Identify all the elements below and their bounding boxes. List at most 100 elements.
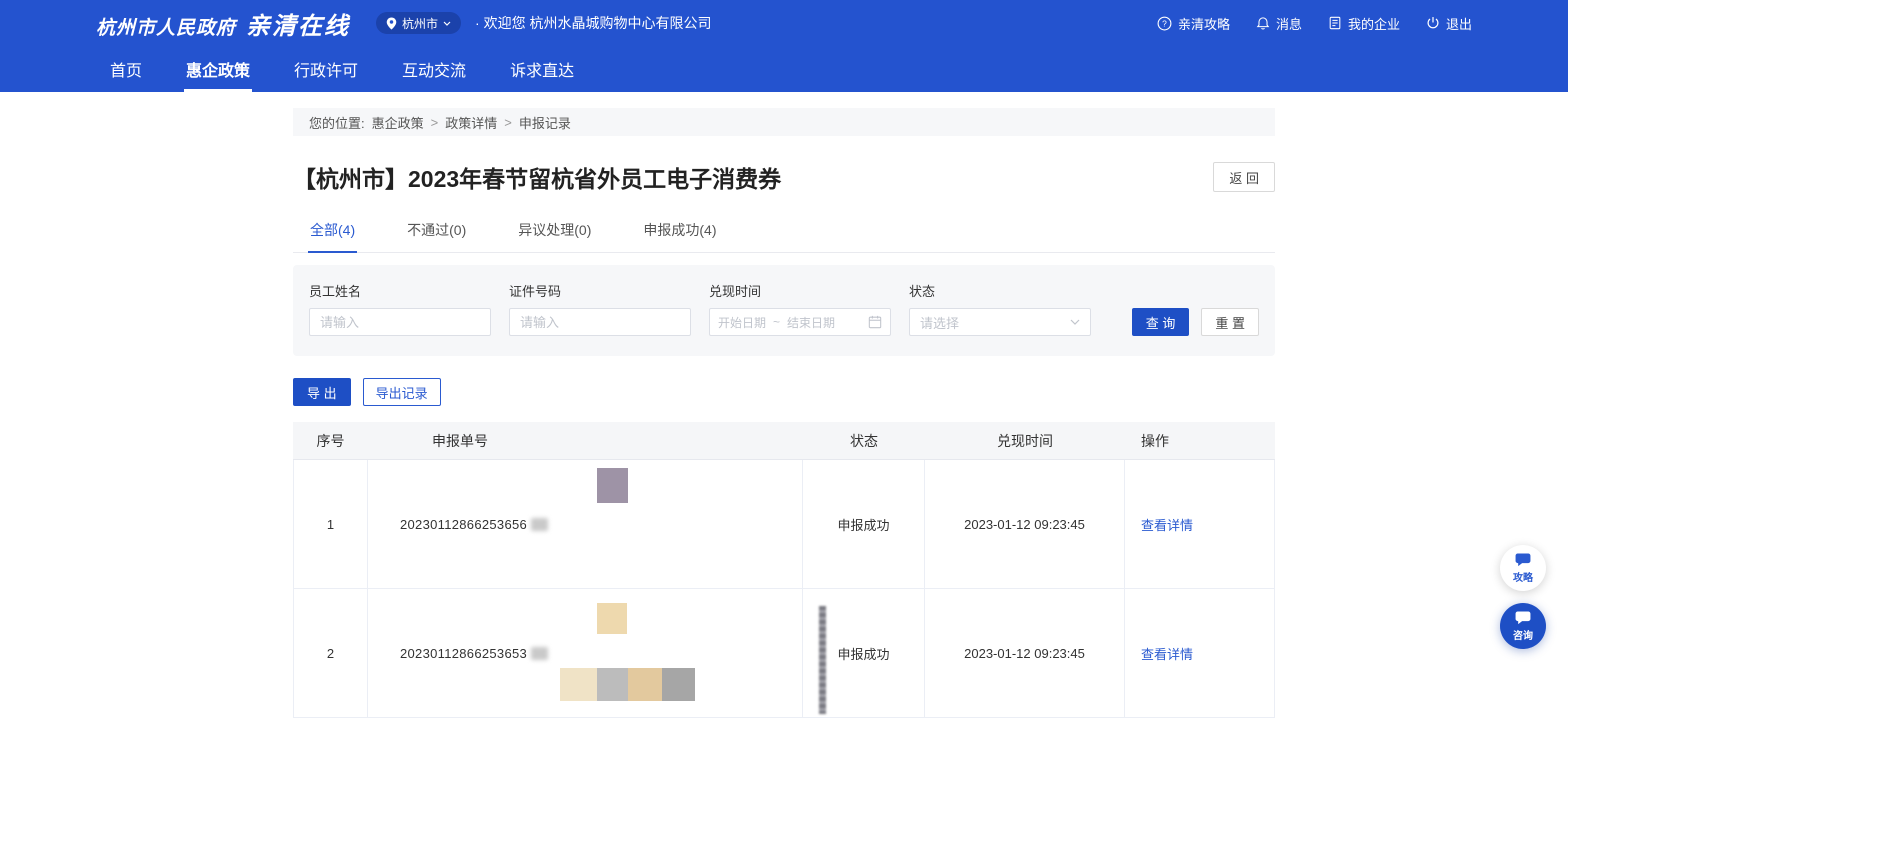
filter-actions: 查 询 重 置 [1132, 308, 1259, 336]
status-select-placeholder: 请选择 [920, 313, 959, 332]
nav-appeal[interactable]: 诉求直达 [508, 46, 576, 92]
end-date-placeholder: 结束日期 [787, 314, 835, 331]
page-title: 【杭州市】2023年春节留杭省外员工电子消费券 [293, 160, 781, 194]
id-number-label: 证件号码 [509, 281, 691, 300]
app-page: 杭州市人民政府 亲清在线 杭州市 · 欢迎您 杭州水晶城购物中心有限公司 ? 亲… [0, 0, 1568, 864]
cell-index: 2 [293, 589, 368, 717]
date-range-picker[interactable]: 开始日期 ~ 结束日期 [709, 308, 891, 336]
reset-button[interactable]: 重 置 [1201, 308, 1259, 336]
nav-interaction[interactable]: 互动交流 [400, 46, 468, 92]
cell-time: 2023-01-12 09:23:45 [925, 460, 1125, 588]
export-toolbar: 导 出 导出记录 [293, 378, 1275, 406]
logout-link[interactable]: 退出 [1426, 14, 1472, 33]
col-header-status: 状态 [803, 422, 925, 459]
location-pin-icon [386, 17, 397, 30]
enterprise-icon [1328, 16, 1342, 30]
view-detail-link[interactable]: 查看详情 [1141, 515, 1193, 534]
power-icon [1426, 16, 1440, 30]
cell-time: 2023-01-12 09:23:45 [925, 589, 1125, 717]
consult-float-label: 咨询 [1513, 627, 1533, 642]
breadcrumb-separator: > [504, 115, 512, 130]
guide-link-label: 亲清攻略 [1178, 14, 1230, 33]
blurred-text [531, 647, 548, 660]
blurred-text [531, 518, 548, 531]
welcome-text: · 欢迎您 杭州水晶城购物中心有限公司 [475, 13, 711, 33]
main-content: 您的位置: 惠企政策 > 政策详情 > 申报记录 【杭州市】2023年春节留杭省… [293, 108, 1275, 718]
filter-status: 状态 请选择 [909, 281, 1091, 336]
cell-order-no: 20230112866253656 [368, 460, 803, 588]
id-number-input[interactable] [509, 308, 691, 336]
filter-employee-name: 员工姓名 [309, 281, 491, 336]
employee-name-input[interactable] [309, 308, 491, 336]
site-header: 杭州市人民政府 亲清在线 杭州市 · 欢迎您 杭州水晶城购物中心有限公司 ? 亲… [0, 0, 1568, 92]
logout-link-label: 退出 [1446, 14, 1472, 33]
status-tabs: 全部(4) 不通过(0) 异议处理(0) 申报成功(4) [293, 220, 1275, 253]
chevron-down-icon [1070, 319, 1080, 325]
chat-icon [1515, 611, 1531, 625]
employee-name-label: 员工姓名 [309, 281, 491, 300]
records-table: 序号 申报单号 状态 兑现时间 操作 1 20230112866253656 申… [293, 422, 1275, 718]
breadcrumb-separator: > [431, 115, 439, 130]
consult-float-button[interactable]: 咨询 [1500, 603, 1546, 649]
site-logo: 杭州市人民政府 亲清在线 [96, 6, 350, 41]
status-label: 状态 [909, 281, 1091, 300]
svg-text:?: ? [1162, 18, 1167, 28]
title-row: 【杭州市】2023年春节留杭省外员工电子消费券 返 回 [293, 160, 1275, 194]
chevron-down-icon [443, 21, 451, 26]
tab-success[interactable]: 申报成功(4) [641, 220, 718, 253]
city-selector[interactable]: 杭州市 [376, 12, 461, 34]
cell-index: 1 [293, 460, 368, 588]
table-header-row: 序号 申报单号 状态 兑现时间 操作 [293, 422, 1275, 460]
nav-admin-permit[interactable]: 行政许可 [292, 46, 360, 92]
cell-action: 查看详情 [1125, 460, 1275, 588]
tab-objection[interactable]: 异议处理(0) [516, 220, 593, 253]
guide-float-button[interactable]: 攻略 [1500, 545, 1546, 591]
breadcrumb-item-policy[interactable]: 惠企政策 [372, 113, 424, 132]
breadcrumb-item-records: 申报记录 [519, 113, 571, 132]
header-top-row: 杭州市人民政府 亲清在线 杭州市 · 欢迎您 杭州水晶城购物中心有限公司 ? 亲… [0, 0, 1568, 46]
cell-status: 申报成功 [803, 460, 925, 588]
status-select[interactable]: 请选择 [909, 308, 1091, 336]
nav-home[interactable]: 首页 [108, 46, 144, 92]
start-date-placeholder: 开始日期 [718, 314, 766, 331]
filter-id-number: 证件号码 [509, 281, 691, 336]
calendar-icon [868, 315, 882, 329]
cell-order-no: 20230112866253653 [368, 589, 803, 717]
filter-panel: 员工姓名 证件号码 兑现时间 开始日期 ~ 结束日期 状态 请选择 [293, 265, 1275, 356]
main-nav: 首页 惠企政策 行政许可 互动交流 诉求直达 [0, 46, 1568, 92]
tab-all[interactable]: 全部(4) [308, 220, 357, 253]
back-button[interactable]: 返 回 [1213, 162, 1275, 192]
bell-icon [1256, 16, 1270, 31]
breadcrumb-item-detail[interactable]: 政策详情 [445, 113, 497, 132]
question-circle-icon: ? [1157, 16, 1172, 31]
cell-action: 查看详情 [1125, 589, 1275, 717]
col-header-index: 序号 [293, 422, 368, 459]
cell-status: 申报成功 [803, 589, 925, 717]
brand-logo-text: 亲清在线 [246, 6, 350, 41]
breadcrumb: 您的位置: 惠企政策 > 政策详情 > 申报记录 [293, 108, 1275, 136]
header-links: ? 亲清攻略 消息 我的企业 退出 [1157, 14, 1472, 33]
search-button[interactable]: 查 询 [1132, 308, 1190, 336]
guide-link[interactable]: ? 亲清攻略 [1157, 14, 1230, 33]
col-header-action: 操作 [1125, 422, 1275, 459]
table-row: 2 20230112866253653 申报成功 2023-01-12 09:2… [293, 589, 1275, 718]
breadcrumb-prefix: 您的位置: [309, 113, 365, 132]
export-button[interactable]: 导 出 [293, 378, 351, 406]
guide-float-label: 攻略 [1513, 569, 1533, 584]
city-name: 杭州市 [402, 15, 438, 32]
messages-link[interactable]: 消息 [1256, 14, 1302, 33]
chat-icon [1515, 553, 1531, 567]
tab-rejected[interactable]: 不通过(0) [405, 220, 468, 253]
col-header-time: 兑现时间 [925, 422, 1125, 459]
nav-enterprise-policy[interactable]: 惠企政策 [184, 46, 252, 92]
date-range-separator: ~ [773, 315, 780, 329]
my-enterprise-link[interactable]: 我的企业 [1328, 14, 1400, 33]
messages-link-label: 消息 [1276, 14, 1302, 33]
view-detail-link[interactable]: 查看详情 [1141, 644, 1193, 663]
export-log-button[interactable]: 导出记录 [363, 378, 441, 406]
gov-logo-text: 杭州市人民政府 [96, 13, 236, 40]
col-header-order-no: 申报单号 [368, 422, 803, 459]
redeem-time-label: 兑现时间 [709, 281, 891, 300]
my-enterprise-link-label: 我的企业 [1348, 14, 1400, 33]
filter-redeem-time: 兑现时间 开始日期 ~ 结束日期 [709, 281, 891, 336]
